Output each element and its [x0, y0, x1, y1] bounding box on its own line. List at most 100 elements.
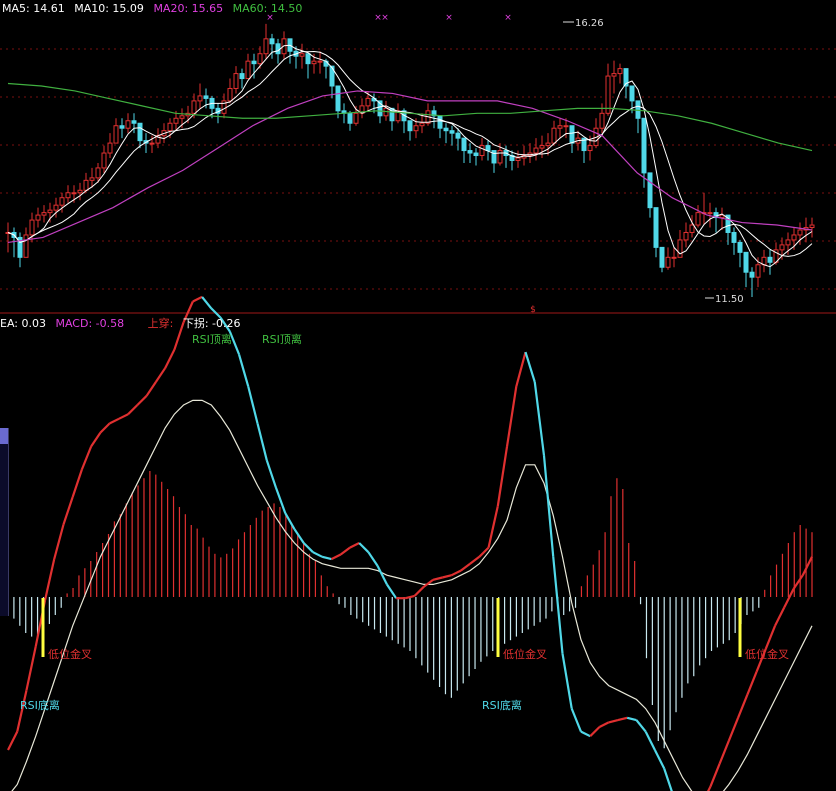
sidebar-handle[interactable]	[0, 428, 8, 444]
candle-body	[35, 214, 41, 221]
candle-body	[659, 246, 665, 268]
dif-line-segment	[469, 555, 480, 565]
candle-body	[269, 38, 275, 45]
candle-body	[689, 224, 695, 233]
dif-line-segment	[192, 295, 203, 303]
dif-line-segment	[533, 381, 546, 456]
candle-body	[89, 177, 95, 181]
dif-line-segment	[451, 569, 462, 577]
dif-line-segment	[524, 351, 536, 383]
dif-line-segment	[460, 562, 471, 572]
dif-line-segment	[413, 585, 425, 597]
dif-line-segment	[709, 763, 721, 788]
turn-down-legend: 下拐: -0.26	[182, 317, 241, 330]
candle-body	[131, 120, 137, 124]
candle-body	[365, 97, 371, 107]
golden-cross-label-1: 低位金叉	[48, 648, 92, 661]
dif-line-segment	[274, 487, 287, 514]
dif-line-segment	[718, 740, 730, 765]
rsi-top-divergence-label-1: RSI顶离	[192, 333, 232, 346]
candle-body	[23, 234, 29, 258]
dif-line-segment	[432, 576, 443, 581]
dif-line-segment	[617, 716, 628, 722]
candle-body	[95, 167, 101, 179]
dea-line	[11, 399, 813, 791]
candle-body	[407, 120, 413, 132]
candle-body	[419, 122, 425, 127]
dif-line-segment	[118, 413, 129, 420]
event-marker-2: ×	[381, 13, 389, 23]
dif-line-segment	[367, 551, 379, 567]
candle-body	[671, 256, 677, 259]
candle-body	[227, 87, 233, 102]
candle-body	[635, 100, 641, 119]
candle-body	[461, 137, 467, 152]
dif-line-segment	[792, 574, 804, 590]
candle-body	[257, 53, 263, 65]
dif-line-segment	[247, 386, 259, 424]
candle-body	[605, 75, 611, 114]
dif-line-segment	[442, 574, 452, 579]
candle-body	[797, 229, 803, 236]
price-legend: MA5: 14.61 MA10: 15.09 MA20: 15.65 MA60:…	[2, 2, 308, 15]
candle-body	[779, 244, 785, 251]
candle-body	[413, 125, 419, 132]
macd-histogram	[7, 471, 813, 749]
dif-line-segment	[349, 542, 360, 549]
candle-body	[677, 239, 683, 258]
stock-chart[interactable]: × × × × ×$	[0, 0, 836, 791]
candle-body	[791, 234, 797, 241]
candle-body	[149, 142, 155, 145]
dif-line-segment	[312, 551, 323, 558]
dif-line-segment	[256, 423, 268, 461]
rsi-bottom-divergence-label-2: RSI底离	[482, 699, 522, 712]
dif-line-segment	[376, 565, 388, 585]
candle-body	[563, 125, 569, 128]
candle-body	[473, 152, 479, 157]
candle-body	[449, 130, 455, 134]
candle-body	[617, 68, 623, 75]
candle-body	[569, 125, 575, 144]
dif-line-segment	[136, 395, 148, 406]
candle-body	[71, 192, 77, 195]
candle-body	[239, 73, 245, 80]
dif-line-segment	[385, 583, 398, 599]
ma10-legend: MA10: 15.09	[74, 2, 144, 15]
dif-line-segment	[284, 512, 296, 530]
candle-body	[335, 85, 341, 112]
indicator-sidebar[interactable]	[0, 428, 9, 616]
dif-line-segment	[109, 417, 120, 425]
ma5-legend: MA5: 14.61	[2, 2, 65, 15]
candle-body	[53, 204, 59, 211]
candle-body	[485, 145, 491, 152]
candle-body	[179, 115, 185, 119]
dif-line-segment	[626, 716, 637, 722]
candle-body	[497, 150, 503, 164]
candle-body	[479, 145, 485, 157]
dif-line-segment	[358, 542, 370, 553]
event-marker-3: ×	[445, 13, 453, 23]
candle-body	[587, 145, 593, 152]
dif-line-segment	[330, 553, 342, 561]
rsi-bottom-divergence-label-1: RSI底离	[20, 699, 60, 712]
dif-line-segment	[515, 351, 527, 387]
event-marker-4: ×	[504, 13, 512, 23]
candle-body	[203, 95, 209, 99]
candle-body	[305, 53, 311, 65]
dif-line-segment	[99, 422, 111, 434]
dif-line-segment	[25, 646, 37, 691]
candle-body	[317, 60, 323, 63]
candle-body	[113, 125, 119, 144]
dif-line-segment	[340, 546, 351, 556]
candle-body	[191, 100, 197, 114]
candle-body	[611, 73, 617, 77]
dif-line-segment	[644, 731, 656, 751]
candle-body	[785, 239, 791, 246]
dif-line-segment	[707, 786, 712, 791]
dif-line-segment	[265, 459, 278, 489]
dif-line-segment	[80, 445, 93, 470]
dif-line-segment	[542, 455, 555, 557]
dif-line-segment	[237, 354, 250, 387]
candle-body	[665, 256, 671, 268]
dif-line-segment	[801, 556, 813, 576]
